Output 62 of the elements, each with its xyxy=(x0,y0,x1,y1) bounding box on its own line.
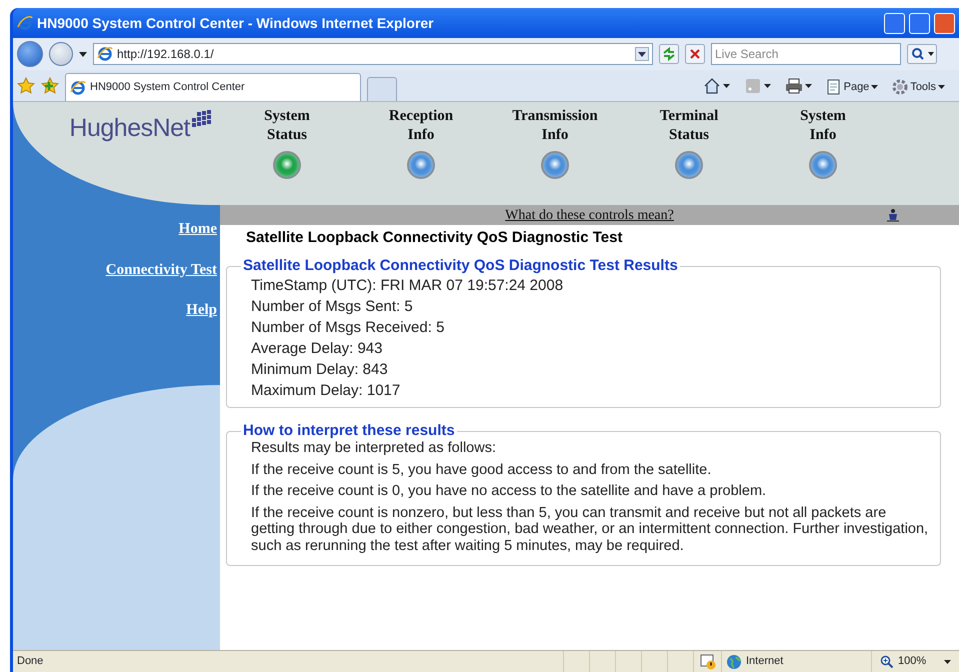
panel-title: How to interpret these results xyxy=(242,422,456,440)
page-heading: Satellite Loopback Connectivity QoS Diagnostic Test xyxy=(245,228,624,247)
add-favorite-icon[interactable] xyxy=(41,77,59,95)
printer-icon[interactable] xyxy=(784,77,803,95)
result-line: Average Delay: 943 xyxy=(251,339,384,359)
browser-icon xyxy=(17,15,33,31)
back-button[interactable] xyxy=(17,41,43,67)
explanation-text: Results may be interpreted as follows: xyxy=(251,440,497,456)
controls-info-link[interactable]: What do these controls mean? xyxy=(505,204,674,226)
dropdown-icon[interactable] xyxy=(79,52,87,56)
zone-text: Internet xyxy=(746,654,784,670)
refresh-icon[interactable] xyxy=(659,44,679,64)
home-icon[interactable] xyxy=(702,77,721,95)
nav-link[interactable]: System Status xyxy=(264,107,310,145)
nav-link[interactable]: Terminal Status xyxy=(660,107,718,145)
sidebar-link[interactable]: Home xyxy=(178,218,217,240)
dropdown-icon[interactable] xyxy=(722,84,730,88)
minimize-button[interactable] xyxy=(884,12,905,34)
close-button[interactable] xyxy=(934,12,955,34)
dropdown-icon xyxy=(944,660,952,664)
logo-text: HughesNet xyxy=(69,113,190,144)
zoom-icon xyxy=(880,654,894,668)
result-line: Number of Msgs Received: 5 xyxy=(251,318,446,338)
search-field[interactable]: Live Search xyxy=(711,43,901,65)
window-title: HN9000 System Control Center - Windows Internet Explorer xyxy=(37,14,435,33)
nav-link[interactable]: Transmission Info xyxy=(512,107,598,145)
result-line: Maximum Delay: 1017 xyxy=(251,381,402,401)
result-line: Number of Msgs Sent: 5 xyxy=(251,297,414,317)
search-icon[interactable] xyxy=(907,44,937,64)
stop-icon[interactable] xyxy=(685,44,705,64)
star-icon[interactable] xyxy=(17,77,35,95)
warning-icon xyxy=(700,654,716,670)
forward-button[interactable] xyxy=(49,42,73,66)
page-icon xyxy=(97,46,113,62)
nav-link[interactable]: System Info xyxy=(800,107,846,145)
document-icon xyxy=(826,78,842,95)
explanation-text: If the receive count is nonzero, but less than 5, you can transmit and receive but not all packets are getting through due to either congestion, bad weather, or an intermittent connection. Further investigation, such as rerunning the test after waiting 5 minutes, may be required. xyxy=(251,504,930,554)
panel-title: Satellite Loopback Connectivity QoS Diagnostic Test Results xyxy=(242,257,679,275)
dropdown-icon[interactable] xyxy=(764,84,771,88)
sidebar-link[interactable]: Connectivity Test xyxy=(106,258,217,281)
tools-menu[interactable]: Tools xyxy=(892,78,945,95)
maximize-button[interactable] xyxy=(909,12,930,34)
logo-grid-icon xyxy=(190,110,212,128)
explanation-text: If the receive count is 0, you have no access to the satellite and have a problem. xyxy=(251,483,768,500)
address-field[interactable]: http://192.168.0.1/ xyxy=(93,43,653,65)
sidebar-link[interactable]: Help xyxy=(186,299,217,322)
url-text: http://192.168.0.1/ xyxy=(117,46,215,63)
status-text: Done xyxy=(16,654,44,670)
browser-tab[interactable]: HN9000 System Control Center xyxy=(65,73,361,101)
dropdown-icon xyxy=(938,84,945,89)
page-icon xyxy=(70,80,86,96)
nav-link[interactable]: Reception Info xyxy=(388,107,454,145)
dropdown-icon xyxy=(871,84,878,89)
explanation-text: If the receive count is 5, you have good access to and from the satellite. xyxy=(251,462,712,478)
result-line: TimeStamp (UTC): FRI MAR 07 19:57:24 2008 xyxy=(251,276,564,296)
page-menu[interactable]: Page xyxy=(826,78,878,95)
dropdown-icon[interactable] xyxy=(635,47,649,61)
zoom-control[interactable]: 100% xyxy=(871,651,959,672)
gear-icon xyxy=(892,78,908,95)
globe-icon xyxy=(726,654,742,670)
result-line: Minimum Delay: 843 xyxy=(251,360,389,380)
dropdown-icon[interactable] xyxy=(804,84,812,88)
